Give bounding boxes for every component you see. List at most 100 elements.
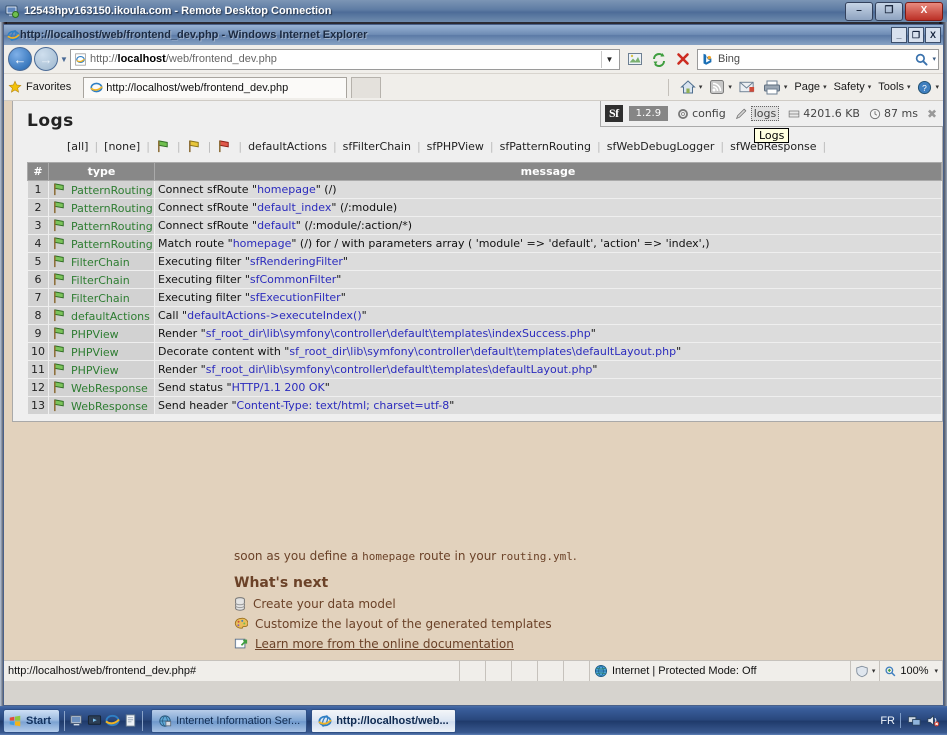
log-row-number: 12: [27, 378, 49, 397]
search-submit-button[interactable]: ▾: [914, 52, 936, 67]
whats-next-item-data-model[interactable]: Create your data model: [12, 597, 935, 611]
whats-next-item-documentation[interactable]: Learn more from the online documentation: [12, 637, 935, 651]
home-chevron-down-icon[interactable]: ▾: [699, 83, 703, 91]
rdp-maximize-button[interactable]: ❐: [875, 1, 903, 21]
show-desktop-icon[interactable]: [69, 713, 84, 728]
address-bar[interactable]: http://localhost/web/frontend_dev.php ▼: [70, 48, 620, 70]
whats-next-item-layout[interactable]: Customize the layout of the generated te…: [12, 617, 935, 631]
log-row-type: PHPView: [48, 360, 155, 379]
feeds-button[interactable]: ▾: [709, 79, 732, 95]
green-flag-icon: [52, 326, 67, 341]
filter-defaultactions[interactable]: defaultActions: [248, 140, 327, 153]
tools-chevron-down-icon[interactable]: ▾: [907, 83, 911, 91]
log-row-message: Executing filter "sfExecutionFilter": [154, 288, 942, 307]
home-button[interactable]: ▾: [680, 79, 703, 95]
toolbar-config-button[interactable]: config: [677, 107, 726, 120]
print-chevron-down-icon[interactable]: ▾: [784, 83, 788, 91]
screen: 12543hpv163150.ikoula.com - Remote Deskt…: [0, 0, 947, 735]
taskbar-task-iis[interactable]: Internet Information Ser...: [151, 708, 308, 733]
log-row-type: PHPView: [48, 324, 155, 343]
filter-sfphpview[interactable]: sfPHPView: [427, 140, 484, 153]
address-bar-chevron-down-icon[interactable]: ▼: [601, 50, 617, 68]
bing-icon: [700, 52, 714, 66]
start-button-label: Start: [26, 714, 52, 727]
log-row-type: FilterChain: [48, 270, 155, 289]
toolbar-time-indicator[interactable]: 87 ms: [869, 107, 918, 120]
logs-tooltip: Logs: [754, 128, 790, 143]
log-row-message: Render "sf_root_dir\lib\symfony\controll…: [154, 324, 942, 343]
toolbar-memory-indicator[interactable]: 4201.6 KB: [788, 107, 860, 120]
help-button[interactable]: ? ▾: [917, 80, 939, 95]
log-row-type-label: PatternRouting: [71, 238, 153, 251]
volume-icon[interactable]: [925, 713, 940, 728]
forward-button[interactable]: →: [34, 47, 58, 71]
tools-menu[interactable]: Tools ▾: [878, 81, 910, 93]
safety-menu[interactable]: Safety ▾: [834, 81, 872, 93]
status-zoom[interactable]: 100% ▾: [880, 661, 943, 681]
taskbar-separator: [64, 710, 66, 731]
red-flag-icon[interactable]: [217, 139, 232, 154]
feeds-chevron-down-icon[interactable]: ▾: [728, 83, 732, 91]
filter-separator: |: [416, 140, 421, 153]
refresh-button[interactable]: [647, 48, 670, 71]
filter-sffilterchain[interactable]: sfFilterChain: [343, 140, 411, 153]
language-indicator[interactable]: FR: [880, 715, 895, 727]
rdp-titlebar: 12543hpv163150.ikoula.com - Remote Deskt…: [0, 0, 947, 22]
system-tray: FR: [880, 713, 944, 728]
zoom-chevron-down-icon[interactable]: ▾: [934, 667, 938, 675]
filter-none[interactable]: [none]: [104, 140, 140, 153]
browser-close-button[interactable]: X: [925, 27, 941, 43]
search-input[interactable]: Bing ▾: [697, 48, 939, 70]
browser-restore-button[interactable]: ❐: [908, 27, 924, 43]
browser-titlebar: http://localhost/web/frontend_dev.php - …: [4, 25, 943, 45]
notepad-icon[interactable]: [123, 713, 138, 728]
taskbar-task-browser[interactable]: http://localhost/web...: [311, 708, 456, 733]
toolbar-memory-label: 4201.6 KB: [803, 107, 860, 120]
new-tab-button[interactable]: [351, 76, 382, 98]
filter-all[interactable]: [all]: [67, 140, 88, 153]
back-button[interactable]: ←: [8, 47, 32, 71]
browser-minimize-button[interactable]: _: [891, 27, 907, 43]
table-row: 4 PatternRouting Match route "homepage" (/…: [27, 234, 942, 253]
recent-pages-chevron-down-icon[interactable]: ▼: [58, 55, 70, 64]
filter-sfwebdebuglogger[interactable]: sfWebDebugLogger: [607, 140, 715, 153]
status-zone[interactable]: Internet | Protected Mode: Off: [590, 661, 851, 681]
status-slot: [564, 661, 590, 681]
help-chevron-down-icon[interactable]: ▾: [935, 83, 939, 91]
log-row-message: Render "sf_root_dir\lib\symfony\controll…: [154, 360, 942, 379]
log-row-message: Call "defaultActions->executeIndex()": [154, 306, 942, 325]
command-bar-separator: [667, 78, 669, 96]
toolbar-close-icon[interactable]: ✖: [927, 107, 937, 121]
compatibility-view-button[interactable]: [623, 48, 646, 71]
rdp-close-button[interactable]: X: [905, 1, 943, 21]
start-button[interactable]: Start: [3, 708, 61, 733]
favorites-button[interactable]: Favorites: [8, 80, 71, 94]
log-row-type-label: PHPView: [71, 364, 119, 377]
page-chevron-down-icon[interactable]: ▾: [823, 83, 827, 91]
stop-button[interactable]: [671, 48, 694, 71]
print-button[interactable]: ▾: [763, 80, 788, 95]
status-privacy[interactable]: ▾: [851, 661, 881, 681]
media-player-icon[interactable]: [87, 713, 102, 728]
quick-launch-ie-icon[interactable]: [105, 713, 120, 728]
filter-sfpatternrouting[interactable]: sfPatternRouting: [500, 140, 591, 153]
status-slot: [460, 661, 486, 681]
table-row: 7 FilterChain Executing filter "sfExecutio…: [27, 288, 942, 307]
table-row: 8 defaultActions Call "defaultActions->exe…: [27, 306, 942, 325]
log-row-message: Match route "homepage" (/) for / with pa…: [154, 234, 942, 253]
toolbar-logs-button[interactable]: logs: [735, 106, 780, 121]
tab-ie-icon: [89, 81, 103, 95]
yellow-flag-icon[interactable]: [187, 139, 202, 154]
log-row-number: 4: [27, 234, 49, 253]
page-menu[interactable]: Page ▾: [794, 81, 826, 93]
browser-title-text: http://localhost/web/frontend_dev.php - …: [20, 29, 368, 41]
log-row-type: defaultActions: [48, 306, 155, 325]
read-mail-button[interactable]: [739, 80, 756, 94]
log-row-message: Connect sfRoute "default" (/:module/:act…: [154, 216, 942, 235]
safety-chevron-down-icon[interactable]: ▾: [868, 83, 872, 91]
network-icon[interactable]: [907, 713, 922, 728]
log-row-message: Decorate content with "sf_root_dir\lib\s…: [154, 342, 942, 361]
rdp-minimize-button[interactable]: –: [845, 1, 873, 21]
browser-tab[interactable]: http://localhost/web/frontend_dev.php: [83, 76, 348, 98]
green-flag-icon[interactable]: [156, 139, 171, 154]
